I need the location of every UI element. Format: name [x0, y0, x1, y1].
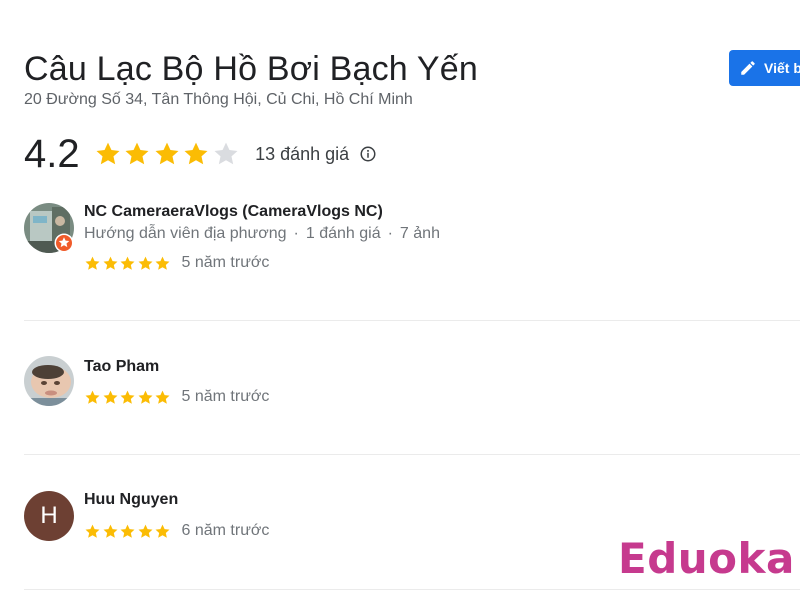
review-rating: 6 năm trước — [84, 522, 269, 540]
review-stars — [84, 255, 172, 272]
star-icon — [155, 390, 170, 404]
star-icon — [214, 142, 238, 165]
place-address: 20 Đường Số 34, Tân Thông Hội, Củ Chi, H… — [24, 91, 413, 108]
reviewer-name[interactable]: NC CameraeraVlogs (CameraVlogs NC) — [84, 203, 383, 221]
watermark-logo: Eduoka — [618, 534, 795, 583]
review-rating: 5 năm trước — [84, 388, 269, 406]
average-rating-stars — [94, 140, 242, 168]
star-icon — [155, 256, 170, 270]
star-icon — [103, 256, 117, 270]
divider — [24, 320, 800, 321]
reviewer-meta: Hướng dẫn viên địa phương · 1 đánh giá · 7 ả… — [84, 225, 440, 243]
star-icon — [155, 524, 170, 538]
review-date: 5 năm trước — [181, 388, 270, 405]
star-icon — [120, 390, 135, 404]
rating-summary: 4.2 13 đánh giá — [24, 132, 377, 176]
info-icon[interactable] — [359, 145, 377, 163]
star-icon — [85, 256, 100, 270]
reviewer-photo-count: 7 ảnh — [399, 225, 440, 242]
local-guide-icon — [54, 233, 74, 253]
review-stars — [84, 523, 172, 540]
place-title: Câu Lạc Bộ Hồ Bơi Bạch Yến — [24, 50, 479, 88]
review-stars — [84, 389, 172, 406]
avatar[interactable]: H — [24, 491, 74, 541]
avatar[interactable] — [24, 356, 74, 406]
review-date: 5 năm trước — [181, 254, 270, 271]
reviewer-review-count: 1 đánh giá — [305, 225, 381, 242]
star-icon — [96, 142, 120, 165]
separator-dot: · — [387, 225, 393, 242]
star-icon — [103, 524, 117, 538]
star-icon — [138, 390, 152, 404]
star-icon — [103, 390, 117, 404]
review-date: 6 năm trước — [181, 522, 270, 539]
star-icon — [120, 256, 135, 270]
divider — [24, 589, 800, 590]
pencil-icon — [741, 61, 755, 75]
star-icon — [155, 142, 179, 165]
reviewer-name[interactable]: Tao Pham — [84, 358, 159, 376]
star-icon — [138, 256, 152, 270]
star-icon — [125, 142, 149, 165]
star-icon — [138, 524, 152, 538]
average-rating: 4.2 — [24, 132, 80, 176]
separator-dot: · — [293, 225, 299, 242]
review-count[interactable]: 13 đánh giá — [255, 144, 349, 165]
star-icon — [184, 142, 208, 165]
reviewer-name[interactable]: Huu Nguyen — [84, 491, 178, 509]
write-review-label: Viết b — [764, 60, 800, 76]
divider — [24, 454, 800, 455]
review-rating: 5 năm trước — [84, 254, 269, 272]
star-icon — [85, 390, 100, 404]
star-icon — [85, 524, 100, 538]
reviewer-role: Hướng dẫn viên địa phương — [84, 225, 287, 242]
write-review-button[interactable]: Viết b — [729, 50, 800, 86]
star-icon — [120, 524, 135, 538]
